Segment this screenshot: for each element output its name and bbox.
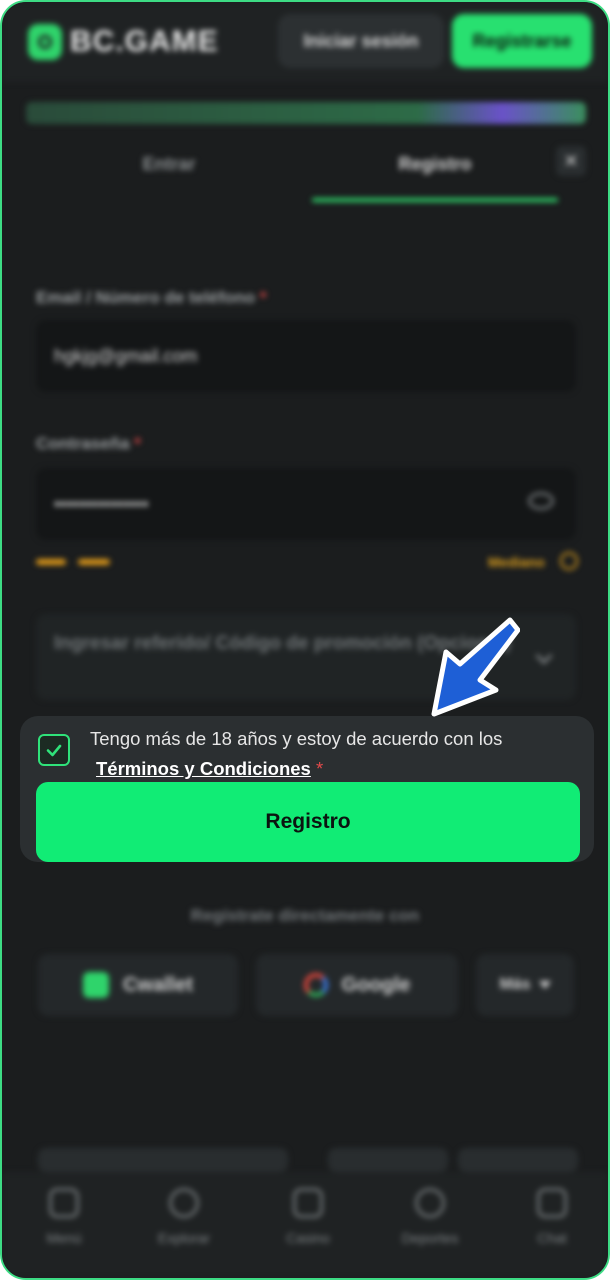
social-heading: Regístrate directamente con xyxy=(190,906,420,925)
password-value: ••••••••••••••• xyxy=(54,493,149,514)
casino-icon xyxy=(293,1188,323,1218)
strength-bar-1 xyxy=(36,559,66,565)
chevron-down-icon xyxy=(538,981,551,989)
bottom-nav: Menú Explorar Casino Deportes Chat xyxy=(2,1172,608,1278)
close-icon[interactable]: ✕ xyxy=(556,146,586,176)
chevron-down-icon[interactable] xyxy=(535,647,553,665)
password-label: Contraseña * xyxy=(36,434,141,453)
google-button[interactable]: Google xyxy=(256,954,458,1016)
login-button[interactable]: Iniciar sesión xyxy=(278,14,444,68)
required-mark: * xyxy=(316,758,324,779)
eye-icon[interactable] xyxy=(528,492,554,510)
ball-icon xyxy=(415,1188,445,1218)
terms-statement: Tengo más de 18 años y estoy de acuerdo … xyxy=(90,728,503,749)
tab-enter[interactable]: Entrar xyxy=(26,132,312,196)
more-button[interactable]: Más xyxy=(476,954,574,1016)
cwallet-button[interactable]: Cwallet xyxy=(38,954,238,1016)
footer-card xyxy=(458,1148,578,1172)
consent-panel: Tengo más de 18 años y estoy de acuerdo … xyxy=(20,716,594,862)
email-field[interactable]: hgkjg@gmail.com xyxy=(36,320,576,392)
pointer-arrow-icon xyxy=(431,617,520,717)
nav-casino[interactable]: Casino xyxy=(268,1188,348,1246)
tab-register[interactable]: Registro xyxy=(312,132,558,196)
google-icon xyxy=(303,973,328,997)
terms-text: Tengo más de 18 años y estoy de acuerdo … xyxy=(90,724,580,784)
nav-explore[interactable]: Explorar xyxy=(144,1188,224,1246)
nav-chat[interactable]: Chat xyxy=(512,1188,592,1246)
logo-icon xyxy=(28,24,62,60)
phone-frame: BC.GAME Iniciar sesión Registrarse Entra… xyxy=(0,0,610,1280)
footer-card xyxy=(38,1148,288,1172)
strength-label: Mediano xyxy=(488,554,545,570)
nav-menu[interactable]: Menú xyxy=(24,1188,104,1246)
auth-tabs: Entrar Registro ✕ xyxy=(26,132,586,204)
google-label: Google xyxy=(341,973,411,996)
top-header: BC.GAME Iniciar sesión Registrarse xyxy=(2,2,608,82)
cwallet-icon xyxy=(82,972,109,998)
promo-banner[interactable] xyxy=(26,102,586,124)
logo[interactable]: BC.GAME xyxy=(28,24,219,60)
email-label: Email / Número de teléfono * xyxy=(36,288,267,307)
terms-link[interactable]: Términos y Condiciones xyxy=(96,758,311,779)
more-label: Más xyxy=(499,976,531,993)
cwallet-label: Cwallet xyxy=(122,973,194,996)
checkmark-icon xyxy=(46,744,62,757)
register-submit-button[interactable]: Registro xyxy=(36,782,580,862)
footer-card xyxy=(328,1148,448,1172)
strength-bar-2 xyxy=(78,559,110,565)
nav-sports[interactable]: Deportes xyxy=(390,1188,470,1246)
password-field[interactable]: ••••••••••••••• xyxy=(36,468,576,540)
chat-icon xyxy=(537,1188,567,1218)
logo-text: BC.GAME xyxy=(70,25,219,58)
active-tab-indicator xyxy=(312,198,558,202)
register-header-button[interactable]: Registrarse xyxy=(452,14,592,68)
menu-icon xyxy=(49,1188,79,1218)
age-terms-checkbox[interactable] xyxy=(38,734,70,766)
search-icon xyxy=(169,1188,199,1218)
info-icon[interactable] xyxy=(560,552,578,570)
